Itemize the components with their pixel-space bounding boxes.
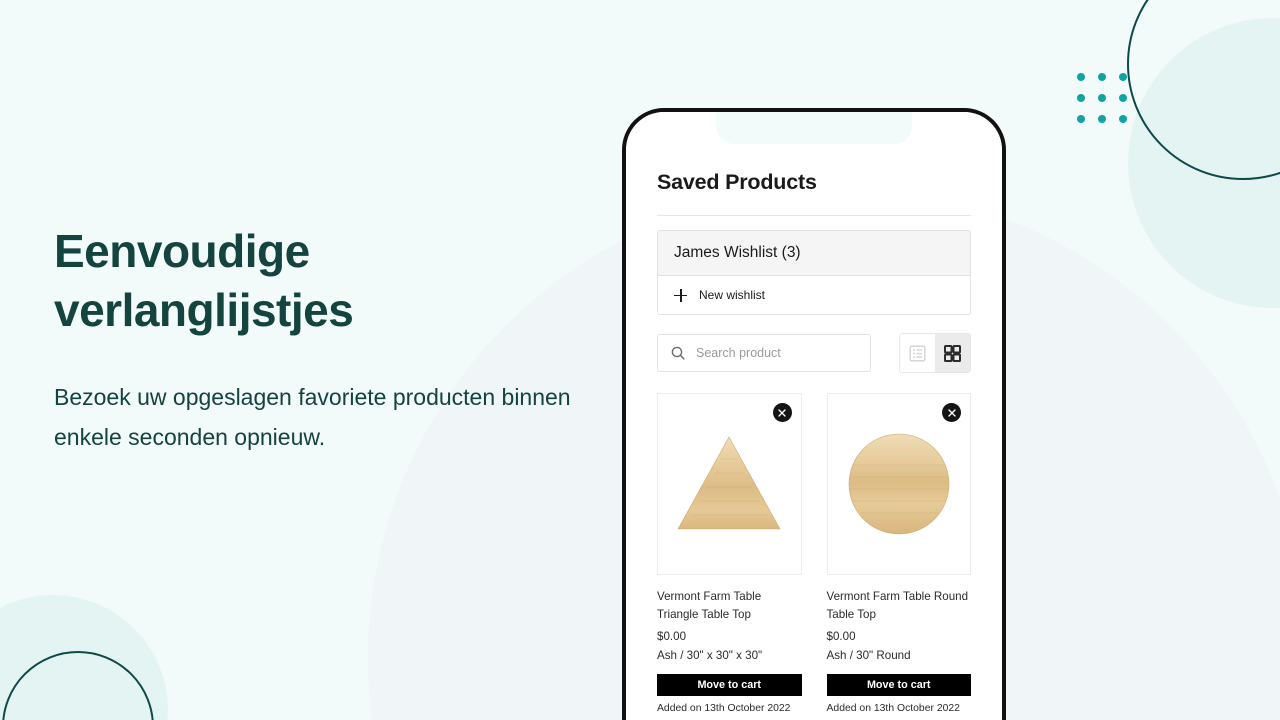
- product-price: $0.00: [826, 629, 856, 643]
- phone-screen: Saved Products James Wishlist (3) New wi…: [626, 112, 1002, 720]
- view-toggle: [899, 333, 971, 373]
- product-thumbnail[interactable]: [826, 393, 971, 575]
- app-title: Saved Products: [657, 170, 817, 194]
- product-title: Vermont Farm Table Triangle Table Top: [657, 590, 762, 621]
- product-added-date: Added on 13th October 2022: [657, 702, 791, 714]
- search-box[interactable]: [657, 334, 871, 372]
- promo-subtitle: Bezoek uw opgeslagen favoriete producten…: [54, 383, 571, 450]
- search-icon: [671, 346, 685, 360]
- wishlist-app: Saved Products James Wishlist (3) New wi…: [626, 146, 1002, 720]
- new-wishlist-label: New wishlist: [699, 288, 766, 302]
- product-variant: Ash / 30" x 30" x 30": [657, 648, 763, 662]
- grid-view-button[interactable]: [935, 334, 970, 372]
- round-table-top-image: [848, 433, 950, 535]
- remove-product-button[interactable]: [942, 403, 961, 422]
- product-card: Vermont Farm Table Round Table Top $0.00…: [826, 393, 971, 714]
- triangle-table-top-image: [677, 436, 781, 530]
- list-view-icon: [909, 345, 926, 361]
- new-wishlist-button[interactable]: New wishlist: [658, 276, 970, 314]
- wishlist-selected-label: James Wishlist (3): [674, 244, 801, 261]
- dot-grid-icon: [1077, 73, 1127, 123]
- plus-icon: [674, 288, 687, 302]
- grid-view-icon: [944, 344, 961, 362]
- remove-product-button[interactable]: [772, 403, 792, 422]
- list-view-button[interactable]: [900, 334, 935, 372]
- search-input[interactable]: [696, 346, 857, 360]
- close-icon: [947, 408, 956, 417]
- title-divider: [657, 215, 971, 216]
- product-thumbnail[interactable]: [657, 393, 802, 575]
- move-to-cart-button[interactable]: Move to cart: [826, 673, 971, 696]
- product-title: Vermont Farm Table Round Table Top: [826, 590, 969, 621]
- close-icon: [778, 408, 786, 417]
- page-title: Eenvoudige verlanglijstjes: [54, 225, 354, 336]
- product-variant: Ash / 30" Round: [826, 648, 911, 662]
- product-added-date: Added on 13th October 2022: [826, 702, 960, 714]
- wishlist-item-selected[interactable]: James Wishlist (3): [658, 231, 970, 276]
- move-to-cart-button[interactable]: Move to cart: [657, 673, 802, 696]
- phone-notch: [716, 112, 912, 144]
- phone-mockup: Saved Products James Wishlist (3) New wi…: [622, 108, 1006, 720]
- product-card: Vermont Farm Table Triangle Table Top $0…: [657, 393, 802, 714]
- wishlist-selector: James Wishlist (3) New wishlist: [657, 230, 971, 315]
- promo-copy: Eenvoudige verlanglijstjes Bezoek uw opg…: [54, 222, 594, 457]
- product-price: $0.00: [657, 629, 687, 643]
- product-grid: Vermont Farm Table Triangle Table Top $0…: [657, 393, 971, 714]
- tools-row: [657, 333, 971, 373]
